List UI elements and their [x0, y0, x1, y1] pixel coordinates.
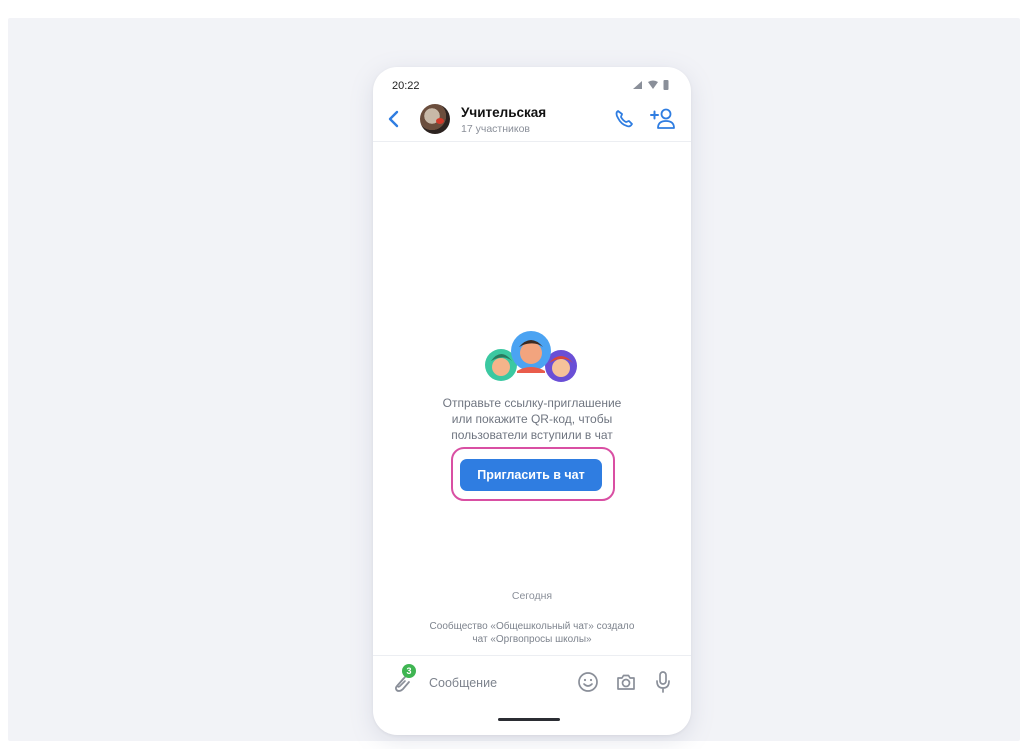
backdrop: 20:22 Учительская 17 участников Отправьт…: [8, 18, 1020, 741]
invite-description: Отправьте ссылку-приглашение или покажит…: [403, 395, 661, 443]
system-message-line: Сообщество «Общешкольный чат» создало: [429, 621, 635, 632]
invite-people-illustration: [485, 331, 577, 382]
back-arrow-icon[interactable]: [384, 108, 404, 130]
date-separator: Сегодня: [511, 590, 553, 602]
phone-icon[interactable]: [613, 108, 635, 130]
phone-screen: 20:22 Учительская 17 участников Отправьт…: [373, 67, 691, 735]
camera-icon[interactable]: [615, 671, 637, 693]
cellular-signal-icon: [633, 80, 642, 89]
invite-to-chat-button[interactable]: Пригласить в чат: [460, 459, 602, 491]
attachment-count-badge: 3: [402, 664, 416, 678]
system-icons: [632, 79, 669, 90]
system-message-line: чат «Оргвопросы школы»: [472, 634, 592, 645]
chat-header: Учительская 17 участников: [373, 97, 691, 142]
status-time: 20:22: [392, 80, 420, 92]
microphone-icon[interactable]: [654, 670, 672, 694]
home-indicator: [498, 718, 560, 721]
invite-line: пользователи вступили в чат: [451, 428, 613, 442]
chat-title[interactable]: Учительская: [461, 105, 546, 120]
emoji-icon[interactable]: [577, 671, 599, 693]
chat-members-count: 17 участников: [461, 123, 531, 135]
battery-icon: [663, 80, 669, 90]
chat-avatar[interactable]: [420, 104, 450, 134]
wifi-icon: [648, 80, 658, 89]
message-input[interactable]: [427, 671, 566, 695]
invite-line: Отправьте ссылку-приглашение: [442, 396, 622, 410]
status-bar: 20:22: [373, 67, 691, 97]
system-message: Сообщество «Общешкольный чат» создало ча…: [393, 620, 671, 646]
invite-line: или покажите QR-код, чтобы: [451, 412, 613, 426]
add-user-icon[interactable]: [649, 107, 675, 131]
message-composer: 3: [373, 655, 691, 706]
